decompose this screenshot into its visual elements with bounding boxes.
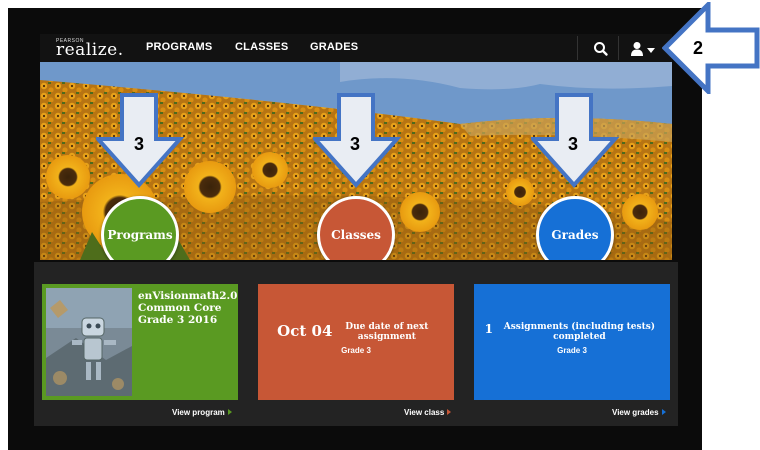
nav-grades[interactable]: GRADES [310, 41, 358, 53]
nav-classes[interactable]: CLASSES [235, 41, 288, 53]
chevron-right-icon [227, 409, 232, 415]
view-grades-label: View grades [612, 408, 659, 417]
search-icon [594, 42, 608, 56]
program-cover-image [46, 288, 132, 396]
programs-circle-label: Programs [107, 228, 173, 242]
view-class-label: View class [404, 408, 445, 417]
assignments-completed-count: 1 [484, 322, 493, 336]
program-title: enVisionmath2.0 Common Core Grade 3 2016 [138, 290, 238, 326]
top-navbar: PEARSON realize. PROGRAMS CLASSES GRADES [40, 34, 672, 62]
chevron-right-icon [447, 409, 452, 415]
annotation-left-arrow [662, 2, 760, 94]
annotation-step-3: 3 [568, 134, 579, 154]
view-class-link[interactable]: View class [404, 408, 452, 417]
view-program-link[interactable]: View program [172, 408, 232, 417]
view-program-label: View program [172, 408, 225, 417]
grades-circle-label: Grades [551, 228, 599, 242]
chevron-right-icon [661, 409, 666, 415]
next-due-date-label: Due date of next assignment [345, 322, 429, 342]
nav-divider [618, 36, 619, 60]
user-menu-button[interactable] [630, 41, 660, 57]
caret-down-icon [647, 48, 655, 53]
class-grade-label: Grade 3 [341, 346, 371, 355]
class-card-content: Oct 04 Due date of next assignment Grade… [258, 322, 454, 355]
annotation-step-2: 2 [693, 38, 704, 58]
grades-card-content: 1 Assignments (including tests) complete… [474, 322, 670, 355]
grades-card[interactable]: 1 Assignments (including tests) complete… [474, 284, 670, 400]
logo-wordmark: realize. [56, 40, 124, 60]
next-due-date: Oct 04 [277, 322, 333, 340]
view-grades-link[interactable]: View grades [612, 408, 666, 417]
annotation-step-3: 3 [134, 134, 145, 154]
nav-programs[interactable]: PROGRAMS [146, 41, 212, 53]
program-card[interactable]: enVisionmath2.0 Common Core Grade 3 2016 [42, 284, 238, 400]
dashboard-cards-panel: enVisionmath2.0 Common Core Grade 3 2016… [34, 262, 678, 426]
user-icon [631, 42, 655, 56]
classes-circle-label: Classes [331, 228, 381, 242]
search-button[interactable] [592, 40, 610, 58]
grades-grade-label: Grade 3 [557, 346, 587, 355]
annotation-step-3: 3 [350, 134, 361, 154]
class-card[interactable]: Oct 04 Due date of next assignment Grade… [258, 284, 454, 400]
assignments-completed-label: Assignments (including tests) completed [503, 322, 656, 342]
nav-divider [577, 36, 578, 60]
